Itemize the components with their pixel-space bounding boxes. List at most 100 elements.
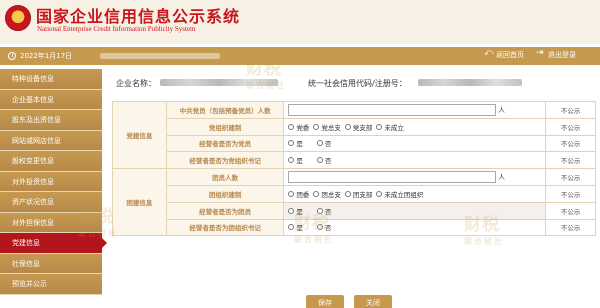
radio-circle-icon[interactable] bbox=[316, 224, 323, 231]
radio-option[interactable]: 党支部 bbox=[344, 122, 373, 132]
back-arrow-icon bbox=[484, 48, 494, 59]
radio-circle-icon[interactable] bbox=[288, 123, 295, 130]
publicity-status: 不公示 bbox=[545, 168, 596, 186]
field-label: 经营者是否为党员 bbox=[165, 134, 285, 153]
sidebar-item[interactable]: 企业基本信息 bbox=[0, 89, 102, 110]
radio-option[interactable]: 否 bbox=[316, 155, 331, 165]
field-label: 经营者是否为团员 bbox=[165, 201, 285, 220]
back-home-button[interactable]: 返回首页 bbox=[484, 48, 524, 60]
form-row: 团组织建制 团委 团总支 团支部 未成立团组织 不公示 bbox=[113, 184, 596, 203]
radio-option[interactable]: 党总支 bbox=[313, 122, 341, 132]
radio-option-label: 是 bbox=[296, 157, 303, 166]
toolbar: 2022年1月17日 返回首页 退出登录 bbox=[0, 47, 600, 65]
radio-option-label: 党总支 bbox=[321, 123, 341, 132]
clock-icon bbox=[8, 52, 16, 60]
count-input[interactable] bbox=[288, 171, 497, 184]
radio-circle-icon[interactable] bbox=[288, 140, 295, 147]
radio-option-label: 团委 bbox=[296, 190, 310, 199]
redacted-company-name bbox=[160, 79, 278, 86]
radio-option[interactable]: 否 bbox=[316, 222, 331, 232]
sidebar-item[interactable]: 网站或网店信息 bbox=[0, 130, 102, 151]
field-value: 是否 bbox=[283, 151, 547, 170]
field-value: 人 bbox=[283, 101, 547, 119]
radio-option-label: 团支部 bbox=[352, 190, 373, 199]
radio-option[interactable]: 团总支 bbox=[313, 189, 341, 199]
radio-option-label: 党支部 bbox=[352, 123, 373, 132]
national-emblem-icon: ★ bbox=[5, 5, 31, 31]
radio-circle-icon[interactable] bbox=[288, 157, 295, 164]
radio-circle-icon[interactable] bbox=[313, 190, 320, 197]
radio-circle-icon[interactable] bbox=[313, 123, 320, 130]
radio-circle-icon[interactable] bbox=[316, 157, 323, 164]
radio-option[interactable]: 否 bbox=[316, 206, 332, 216]
field-label: 经营者是否为党组织书记 bbox=[165, 151, 285, 170]
site-title: 国家企业信用信息公示系统 bbox=[36, 7, 241, 26]
form-row: 党组织建制 党委 党总支 党支部 未成立 不公示 bbox=[113, 117, 596, 136]
sidebar-item[interactable]: 预览并公示 bbox=[0, 274, 102, 295]
count-input[interactable] bbox=[288, 103, 497, 116]
radio-option-label: 党委 bbox=[296, 123, 310, 132]
sidebar-item[interactable]: 股东及出资信息 bbox=[0, 110, 102, 131]
radio-circle-icon[interactable] bbox=[288, 224, 295, 231]
sidebar-item[interactable]: 对外担保信息 bbox=[0, 212, 102, 233]
radio-option[interactable]: 未成立团组织 bbox=[376, 189, 423, 199]
publicity-status: 不公示 bbox=[545, 201, 596, 220]
field-label: 经营者是否为团组织书记 bbox=[165, 218, 285, 237]
logout-label: 退出登录 bbox=[548, 51, 576, 59]
radio-option[interactable]: 团支部 bbox=[344, 189, 373, 199]
radio-option[interactable]: 是 bbox=[288, 222, 303, 232]
radio-option-label: 否 bbox=[324, 207, 332, 216]
sidebar-item[interactable]: 党建信息 bbox=[0, 233, 107, 254]
radio-option-label: 团总支 bbox=[321, 190, 341, 199]
company-info-line: 企业名称： 统一社会信用代码/注册号： bbox=[108, 69, 596, 97]
radio-option[interactable]: 否 bbox=[316, 138, 332, 149]
sidebar-item[interactable]: 对外投资信息 bbox=[0, 171, 102, 192]
radio-circle-icon[interactable] bbox=[344, 123, 351, 130]
form-row: 经营者是否为团组织书记是 否 不公示 bbox=[113, 218, 596, 237]
radio-option-label: 未成立 bbox=[384, 123, 404, 132]
field-value: 团委 团总支 团支部 未成立团组织 bbox=[283, 184, 547, 203]
radio-option[interactable]: 团委 bbox=[288, 189, 309, 199]
credit-code-label: 统一社会信用代码/注册号： bbox=[308, 79, 407, 88]
back-home-label: 返回首页 bbox=[496, 51, 524, 59]
radio-circle-icon[interactable] bbox=[376, 123, 383, 130]
sidebar-item[interactable]: 资产状况信息 bbox=[0, 192, 102, 213]
toolbar-date: 2022年1月17日 bbox=[8, 51, 72, 61]
radio-circle-icon[interactable] bbox=[316, 207, 323, 214]
publicity-status: 不公示 bbox=[545, 134, 596, 153]
field-label: 中共党员（包括预备党员）人数 bbox=[165, 101, 285, 119]
company-name-label: 企业名称： bbox=[116, 79, 156, 88]
main-content: 企业名称： 统一社会信用代码/注册号： 党建信息 中共党员（包括预备党员）人数人不… bbox=[108, 69, 596, 237]
radio-option[interactable]: 是 bbox=[288, 155, 303, 165]
date-text: 2022年1月17日 bbox=[20, 52, 73, 60]
radio-option[interactable]: 党委 bbox=[288, 122, 309, 132]
redacted-company-info bbox=[100, 53, 220, 59]
save-button[interactable]: 保存 bbox=[306, 295, 344, 308]
sidebar-item[interactable]: 股权变更信息 bbox=[0, 151, 102, 172]
site-subtitle: National Enterprise Credit Information P… bbox=[37, 25, 196, 33]
logout-button[interactable]: 退出登录 bbox=[536, 48, 576, 60]
field-value: 党委 党总支 党支部 未成立 bbox=[283, 117, 547, 136]
radio-option-label: 未成立团组织 bbox=[384, 190, 424, 199]
radio-circle-icon[interactable] bbox=[288, 190, 295, 197]
league-group-label: 团建信息 bbox=[112, 168, 167, 237]
radio-circle-icon[interactable] bbox=[376, 190, 383, 197]
radio-option[interactable]: 未成立 bbox=[376, 122, 404, 132]
sidebar-item[interactable]: 社保信息 bbox=[0, 253, 102, 274]
radio-circle-icon[interactable] bbox=[316, 140, 323, 147]
radio-option-label: 否 bbox=[324, 140, 332, 149]
publicity-status: 不公示 bbox=[545, 218, 596, 237]
field-value: 是否 bbox=[283, 134, 547, 153]
publicity-status: 不公示 bbox=[545, 184, 596, 203]
sidebar-item[interactable]: 特种设备信息 bbox=[0, 69, 102, 90]
unit-label: 人 bbox=[498, 173, 505, 182]
radio-circle-icon[interactable] bbox=[344, 190, 351, 197]
form-row: 经营者是否为党组织书记是否不公示 bbox=[113, 151, 596, 170]
field-label: 团员人数 bbox=[165, 168, 285, 186]
logout-icon bbox=[536, 48, 545, 59]
radio-option[interactable]: 是 bbox=[288, 138, 303, 148]
close-button[interactable]: 关闭 bbox=[354, 295, 392, 308]
radio-option[interactable]: 是 bbox=[288, 206, 303, 216]
radio-circle-icon[interactable] bbox=[288, 207, 295, 214]
party-info-form: 党建信息 中共党员（包括预备党员）人数人不公示 党组织建制 党委 党总支 党支部 未成立 不公… bbox=[112, 100, 596, 237]
